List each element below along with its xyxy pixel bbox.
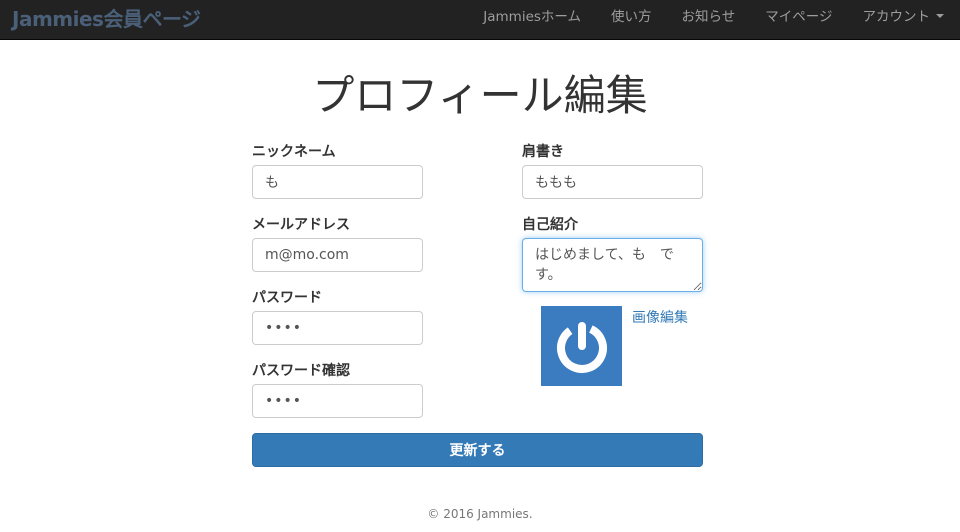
footer-copyright: © 2016 Jammies. bbox=[427, 507, 533, 521]
nav-item-home[interactable]: Jammiesホーム bbox=[483, 5, 581, 25]
nav-item-account-label: アカウント bbox=[862, 9, 931, 25]
page-title: プロフィール編集 bbox=[312, 71, 648, 120]
top-navbar: Jammies会員ページ Jammiesホーム 使い方 お知らせ マイページ ア… bbox=[0, 0, 960, 40]
nav-item-mypage[interactable]: マイページ bbox=[765, 5, 832, 25]
nickname-input[interactable] bbox=[252, 165, 423, 199]
power-logo-icon bbox=[556, 322, 607, 373]
bio-textarea[interactable]: はじめまして、も です。 bbox=[522, 238, 703, 292]
nav-item-news[interactable]: お知らせ bbox=[682, 5, 736, 25]
title-label: 肩書き bbox=[522, 144, 564, 160]
password-label: パスワード bbox=[252, 290, 322, 306]
email-input[interactable] bbox=[252, 238, 423, 272]
image-edit-link[interactable]: 画像編集 bbox=[632, 307, 688, 327]
brand-link[interactable]: Jammies会員ページ bbox=[12, 3, 201, 32]
caret-down-icon bbox=[936, 14, 944, 18]
nav-item-account-dropdown[interactable]: アカウント bbox=[862, 5, 944, 25]
nav-item-how-to-use[interactable]: 使い方 bbox=[611, 5, 652, 25]
bio-label: 自己紹介 bbox=[522, 217, 578, 233]
title-input[interactable] bbox=[522, 165, 703, 199]
email-label: メールアドレス bbox=[252, 217, 350, 233]
nickname-label: ニックネーム bbox=[252, 144, 336, 160]
nav-menu: Jammiesホーム 使い方 お知らせ マイページ アカウント bbox=[453, 0, 944, 30]
password-input[interactable] bbox=[252, 311, 423, 345]
password-confirm-input[interactable] bbox=[252, 384, 423, 418]
update-button[interactable]: 更新する bbox=[252, 433, 703, 467]
profile-avatar bbox=[541, 306, 622, 386]
password-confirm-label: パスワード確認 bbox=[252, 363, 350, 379]
